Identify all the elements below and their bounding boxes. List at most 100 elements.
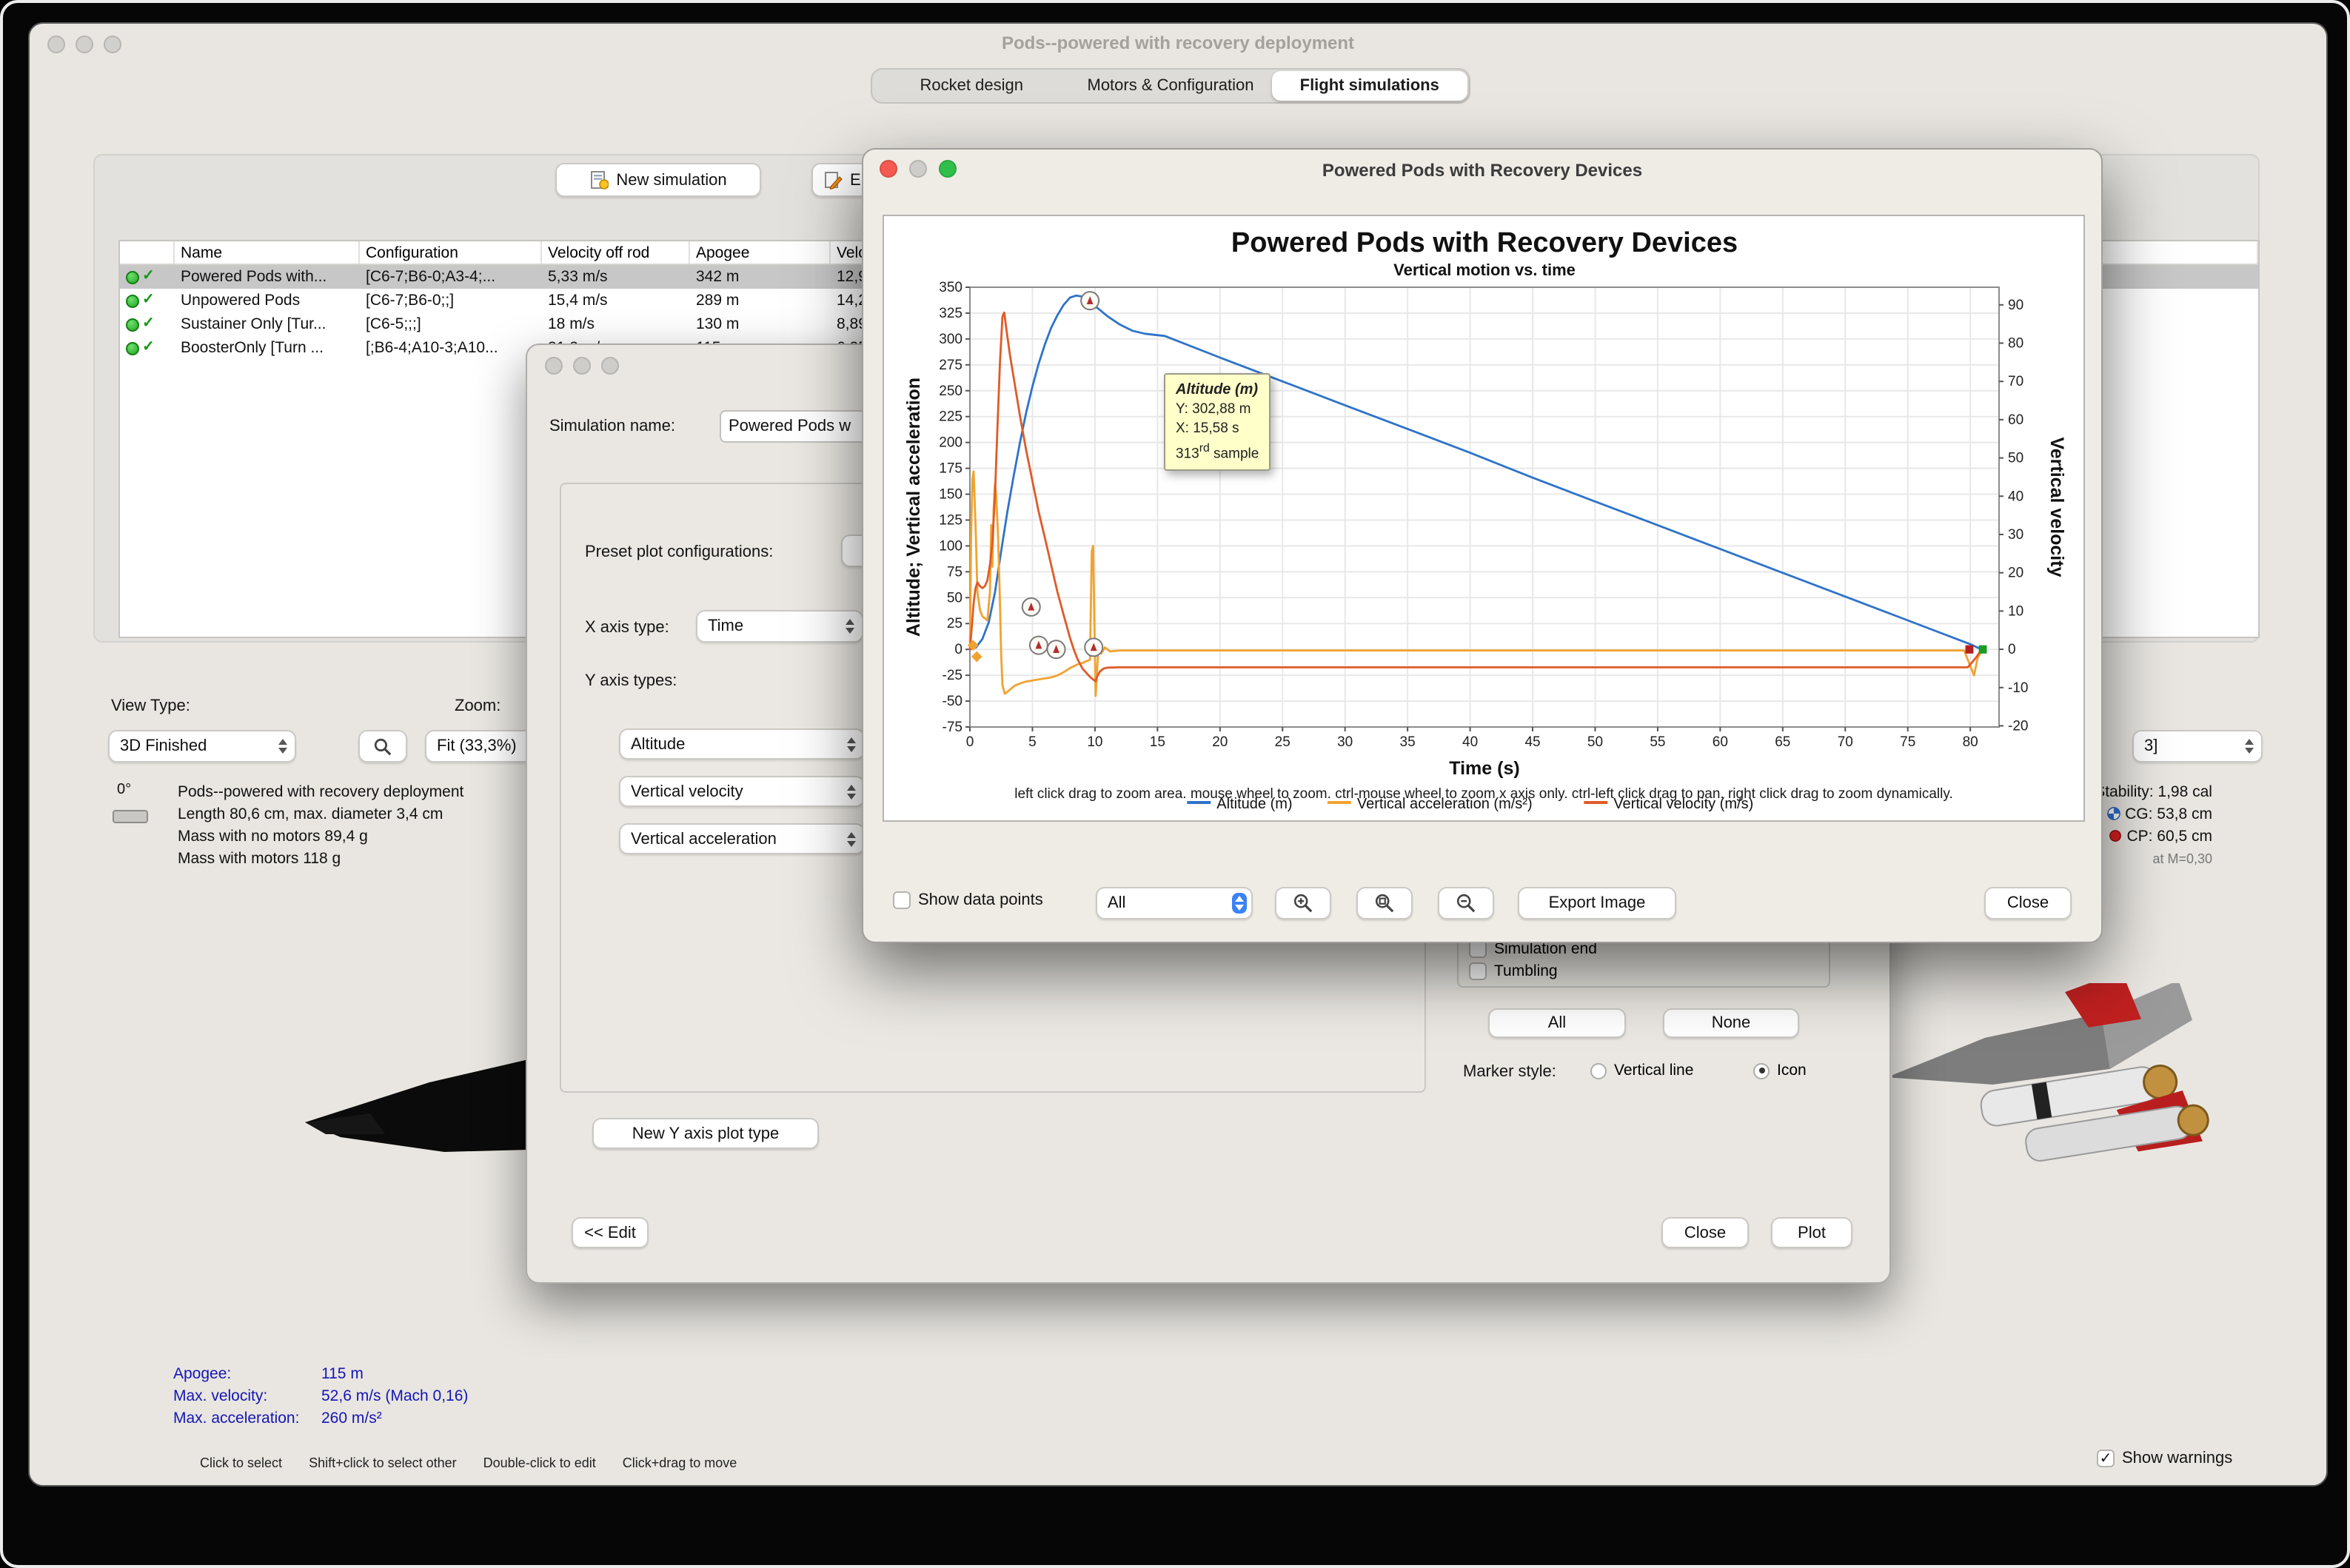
- dialog-plot-button[interactable]: Plot: [1771, 1217, 1852, 1248]
- rocket-info-mass-empty: Mass with no motors 89,4 g: [178, 828, 368, 845]
- max-velocity-value: 52,6 m/s (Mach 0,16): [321, 1387, 469, 1405]
- show-data-points-checkbox[interactable]: [893, 891, 911, 909]
- svg-text:Time (s): Time (s): [1449, 758, 1519, 779]
- svg-text:125: 125: [939, 512, 963, 528]
- header-apogee[interactable]: Apogee: [690, 241, 831, 264]
- plot-close-button[interactable]: Close: [1984, 887, 2072, 919]
- header-name[interactable]: Name: [175, 241, 360, 264]
- max-velocity-label: Max. velocity:: [173, 1387, 268, 1405]
- status-ok-icon: [126, 318, 139, 331]
- zoom-out-button[interactable]: [1438, 887, 1494, 919]
- header-velocity-off-rod[interactable]: Velocity off rod: [542, 241, 690, 264]
- dialog-plot-label: Plot: [1798, 1224, 1826, 1242]
- tumbling-label: Tumbling: [1494, 962, 1558, 980]
- svg-text:25: 25: [947, 616, 963, 631]
- show-data-points-control[interactable]: Show data points: [893, 891, 1043, 909]
- new-y-axis-button[interactable]: New Y axis plot type: [592, 1118, 819, 1149]
- configuration-combo[interactable]: 3]: [2132, 730, 2263, 763]
- cell-name: Sustainer Only [Tur...: [181, 315, 327, 333]
- show-data-points-label: Show data points: [918, 891, 1043, 909]
- dialog-close-button[interactable]: Close: [1661, 1217, 1749, 1248]
- minimize-window-icon[interactable]: [573, 357, 591, 375]
- svg-text:50: 50: [947, 590, 963, 606]
- events-all-label: All: [1547, 1014, 1567, 1032]
- svg-text:Vertical motion vs. time: Vertical motion vs. time: [1393, 261, 1576, 279]
- show-warnings-label: Show warnings: [2122, 1450, 2233, 1467]
- rotation-slider[interactable]: [113, 810, 148, 823]
- export-image-button[interactable]: Export Image: [1518, 887, 1676, 919]
- event-tumbling[interactable]: Tumbling: [1469, 962, 1558, 980]
- y-type-combo-vertical-acceleration[interactable]: Vertical acceleration: [619, 823, 865, 854]
- svg-text:50: 50: [1587, 734, 1603, 750]
- chevron-updown-icon: [846, 619, 854, 634]
- chevron-updown-icon: [2245, 739, 2254, 754]
- y-type-combo-vertical-velocity[interactable]: Vertical velocity: [619, 776, 865, 807]
- main-tabbar: Rocket design Motors & Configuration Fli…: [871, 68, 1470, 104]
- tab-rocket-design[interactable]: Rocket design: [874, 71, 1070, 101]
- view-type-value: 3D Finished: [120, 737, 207, 755]
- cg-icon: [2107, 807, 2121, 820]
- svg-text:250: 250: [939, 383, 963, 399]
- marker-icon-radio[interactable]: [1753, 1062, 1770, 1079]
- flight-stats: Apogee: 115 m Max. velocity: 52,6 m/s (Mac…: [173, 1364, 468, 1430]
- svg-text:300: 300: [939, 332, 963, 347]
- svg-text:70: 70: [1838, 734, 1853, 750]
- close-window-icon[interactable]: [545, 357, 563, 375]
- show-warnings-checkbox[interactable]: ✓: [2097, 1450, 2115, 1467]
- tab-motors-configuration[interactable]: Motors & Configuration: [1073, 71, 1269, 101]
- export-image-label: Export Image: [1548, 894, 1646, 912]
- x-axis-combo[interactable]: Time: [696, 610, 863, 643]
- chevron-updown-icon: [847, 784, 856, 799]
- plot-hint-text: left click drag to zoom area. mouse whee…: [1014, 786, 1953, 803]
- events-all-button[interactable]: All: [1488, 1008, 1626, 1038]
- svg-text:225: 225: [939, 409, 963, 425]
- marker-vertical-label: Vertical line: [1614, 1062, 1694, 1079]
- cp-icon: [2109, 830, 2122, 842]
- svg-text:-10: -10: [2008, 680, 2028, 696]
- new-simulation-button[interactable]: New simulation: [555, 163, 761, 197]
- hint-double-click: Double-click to edit: [483, 1455, 596, 1470]
- marker-icon-option[interactable]: Icon: [1753, 1062, 1807, 1079]
- apogee-label: Apogee:: [173, 1365, 232, 1383]
- marker-vertical-radio[interactable]: [1590, 1062, 1607, 1079]
- canvas-hints: Click to select Shift+click to select ot…: [200, 1455, 737, 1470]
- cell-velocity-off-rod: 5,33 m/s: [548, 268, 608, 286]
- rotation-value: 0°: [117, 782, 132, 798]
- svg-text:80: 80: [1963, 734, 1978, 750]
- show-warnings-control[interactable]: ✓ Show warnings: [2097, 1450, 2232, 1467]
- flight-chart[interactable]: 0 5 10 15 20 25 30 35 40 45 50 55 60 65 70 75 80 -75 -50 -2…: [884, 216, 2086, 823]
- dialog-close-label: Close: [1684, 1224, 1727, 1242]
- branch-combo[interactable]: All: [1096, 887, 1253, 919]
- cell-configuration: [C6-5;;;]: [366, 315, 421, 333]
- view-type-combo[interactable]: 3D Finished: [108, 730, 296, 763]
- hint-click-select: Click to select: [200, 1455, 283, 1470]
- tab-flight-simulations[interactable]: Flight simulations: [1271, 71, 1467, 101]
- svg-text:Powered Pods with Recovery Dev: Powered Pods with Recovery Devices: [1231, 227, 1738, 258]
- cell-apogee: 342 m: [696, 268, 740, 286]
- rocket-info-mass-motors: Mass with motors 118 g: [178, 850, 341, 868]
- rocket-3d-view[interactable]: [237, 1031, 563, 1179]
- marker-vertical-option[interactable]: Vertical line: [1590, 1062, 1693, 1079]
- zoom-window-icon[interactable]: [601, 357, 619, 375]
- zoom-in-button[interactable]: [1275, 887, 1331, 919]
- svg-text:100: 100: [939, 538, 963, 554]
- svg-text:70: 70: [2008, 374, 2023, 389]
- rocket-3d-render[interactable]: [1892, 983, 2218, 1220]
- edit-pencil-icon: [825, 172, 843, 190]
- preset-label: Preset plot configurations:: [585, 543, 774, 561]
- svg-text:350: 350: [939, 280, 963, 295]
- zoom-reset-button[interactable]: [1356, 887, 1413, 919]
- y-type-combo-altitude[interactable]: Altitude: [619, 728, 865, 760]
- svg-text:5: 5: [1028, 734, 1037, 750]
- edit-back-button[interactable]: << Edit: [572, 1217, 649, 1248]
- header-configuration[interactable]: Configuration: [360, 241, 542, 264]
- cg-value: CG: 53,8 cm: [2125, 805, 2212, 823]
- row-status: ✓: [120, 312, 175, 336]
- svg-text:-50: -50: [943, 694, 963, 709]
- events-none-button[interactable]: None: [1663, 1008, 1799, 1038]
- tumbling-checkbox[interactable]: [1469, 962, 1487, 980]
- main-titlebar[interactable]: Pods--powered with recovery deployment: [30, 24, 2326, 64]
- zoom-menu-button[interactable]: [358, 730, 407, 763]
- plot-area[interactable]: 0 5 10 15 20 25 30 35 40 45 50 55 60 65 70 75 80 -75 -50 -2…: [883, 215, 2085, 822]
- hint-drag: Click+drag to move: [622, 1455, 737, 1470]
